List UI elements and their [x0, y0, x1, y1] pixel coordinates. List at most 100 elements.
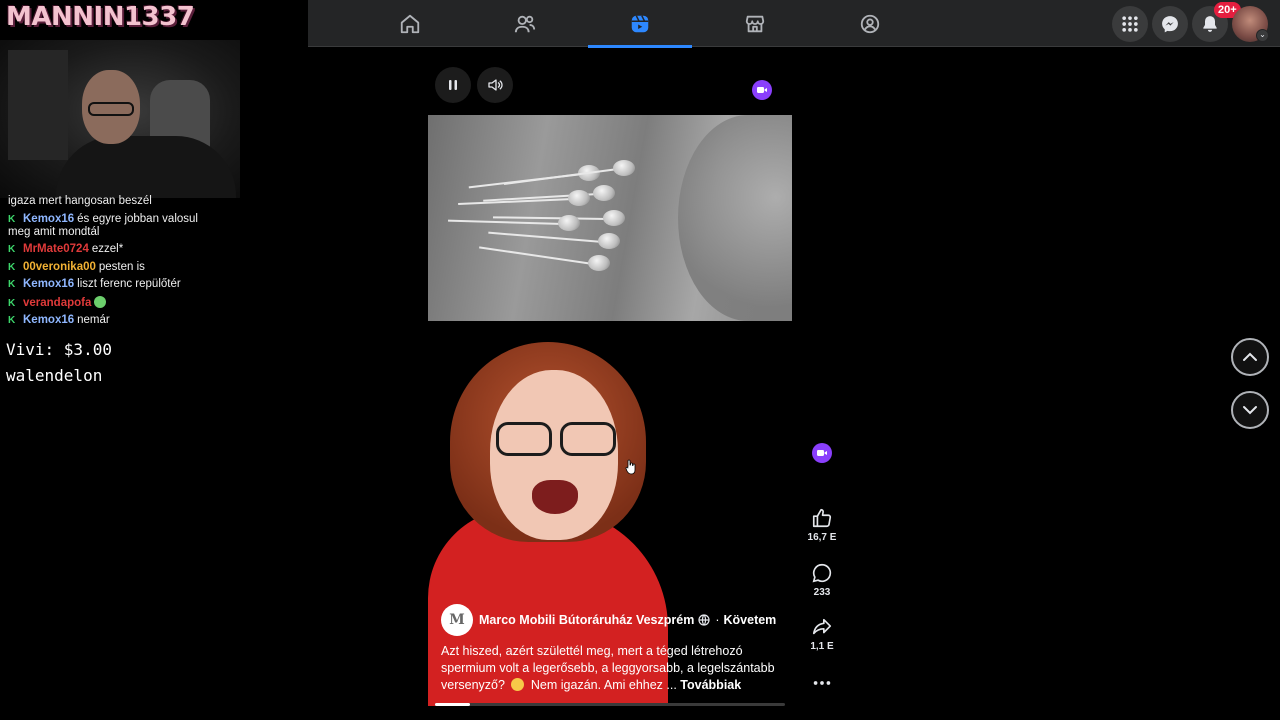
like-count: 16,7 E — [807, 532, 837, 543]
webcam-feed — [0, 40, 240, 198]
video-progress-bar[interactable] — [435, 703, 785, 706]
grid-menu-icon — [1122, 16, 1138, 32]
top-navigation-bar — [308, 0, 1280, 48]
sub-badge-icon: K — [8, 315, 16, 326]
thumbs-up-icon — [812, 508, 832, 528]
messenger-icon — [1162, 16, 1178, 33]
chat-message: igaza mert hangosan beszél — [8, 195, 223, 208]
chat-message: Kverandapofa — [8, 295, 223, 310]
marketplace-icon — [745, 15, 765, 32]
sperm-cell — [588, 255, 610, 271]
tab-home[interactable] — [358, 0, 462, 47]
previous-reel-button[interactable] — [1231, 338, 1269, 376]
sperm-cell — [613, 160, 635, 176]
chat-username: MrMate0724 — [23, 243, 89, 255]
chat-message: K MrMate0724 ezzel* — [8, 243, 223, 256]
pause-icon — [449, 80, 457, 90]
globe-icon — [698, 614, 710, 626]
chat-username: Kemox16 — [23, 314, 75, 326]
caption-text-continued: Nem igazán. Ami ehhez ... — [530, 678, 677, 692]
pause-button[interactable] — [435, 67, 471, 103]
follow-button[interactable]: Követem — [724, 613, 777, 627]
chat-username: Kemox16 — [23, 278, 75, 290]
next-reel-button[interactable] — [1231, 391, 1269, 429]
stream-chat: igaza mert hangosan beszél K Kemox16 és egy… — [8, 195, 223, 332]
like-button[interactable]: 16,7 E — [802, 507, 842, 543]
tab-marketplace[interactable] — [703, 0, 807, 47]
sub-badge-icon: K — [8, 261, 16, 273]
chevron-down-icon — [1243, 406, 1257, 415]
sub-badge-icon: K — [8, 279, 16, 290]
sperm-cell — [558, 215, 580, 231]
more-dots-icon — [813, 681, 831, 685]
egg-cell-surface — [678, 115, 792, 321]
follow-separator: · — [715, 613, 720, 627]
chevron-up-icon — [1243, 352, 1257, 361]
share-button[interactable]: 1,1 E — [802, 616, 842, 652]
sperm-tail — [479, 246, 594, 265]
donation-alert: Vivi: $3.00 walendelon — [6, 337, 112, 389]
donation-name: walendelon — [6, 366, 103, 385]
chat-emote-icon — [94, 295, 107, 308]
groups-icon — [860, 14, 880, 33]
sperm-tail — [448, 219, 564, 225]
sperm-cell — [568, 190, 590, 206]
menu-button[interactable] — [1112, 6, 1148, 42]
chat-username: verandapofa — [23, 296, 92, 309]
more-options-button[interactable] — [802, 672, 842, 694]
author-name-link[interactable]: Marco Mobili Bútoráruház Veszprém — [479, 613, 694, 627]
tab-reels[interactable] — [588, 0, 692, 48]
person-glasses — [496, 422, 622, 458]
sperm-cell — [593, 185, 615, 201]
person-mouth — [532, 480, 578, 514]
comment-icon — [812, 563, 832, 583]
thinking-emoji-icon — [511, 678, 525, 691]
sperm-tail — [493, 216, 609, 220]
volume-button[interactable] — [477, 67, 513, 103]
speaker-icon — [488, 79, 503, 91]
sub-badge-icon: K — [8, 297, 16, 309]
comment-button[interactable]: 233 — [802, 562, 842, 598]
messenger-button[interactable] — [1152, 6, 1188, 42]
home-icon — [400, 14, 420, 33]
video-camera-icon — [817, 450, 827, 456]
sperm-tail — [488, 231, 604, 243]
reel-caption: Azt hiszed, azért születtél meg, mert a … — [441, 643, 786, 694]
author-avatar[interactable]: M — [441, 604, 473, 636]
tab-groups[interactable] — [818, 0, 922, 47]
video-progress-fill — [435, 703, 470, 706]
share-count: 1,1 E — [810, 641, 834, 652]
chat-username: 00veronika00 — [23, 260, 96, 273]
bell-icon — [1203, 16, 1217, 32]
see-more-link[interactable]: Továbbiak — [680, 678, 741, 692]
chat-message-text: liszt ferenc repülőtér — [77, 278, 181, 290]
chat-message: K Kemox16 liszt ferenc repülőtér — [8, 278, 223, 291]
reels-icon — [631, 14, 649, 32]
sub-badge-icon: K — [8, 213, 16, 225]
chat-message: K 00veronika00 pesten is — [8, 261, 223, 274]
chat-message-text: ezzel* — [91, 243, 124, 255]
reel-preview-thumbnail[interactable] — [428, 115, 792, 321]
tab-friends[interactable] — [473, 0, 577, 47]
friends-icon — [514, 15, 536, 32]
video-camera-icon — [757, 87, 767, 93]
stream-overlay: MANNIN1337 igaza mert hangosan beszél K Ke… — [0, 0, 308, 720]
sperm-cell — [598, 233, 620, 249]
donation-amount: Vivi: $3.00 — [6, 340, 112, 359]
streamer-name: MANNIN1337 — [6, 2, 195, 32]
chat-message-text: nemár — [77, 314, 110, 326]
live-video-badge — [752, 80, 772, 100]
chat-message-text: igaza mert hangosan beszél — [8, 195, 152, 207]
chat-username: Kemox16 — [23, 212, 75, 225]
hand-cursor-icon — [625, 459, 636, 475]
share-icon — [812, 618, 832, 635]
chat-message: K Kemox16 és egyre jobban valosul meg amit… — [8, 213, 223, 239]
chevron-down-icon[interactable]: ⌄ — [1256, 29, 1269, 42]
live-video-badge-side — [812, 443, 832, 463]
chat-message-text: pesten is — [98, 260, 145, 273]
sperm-tail — [503, 168, 619, 185]
comment-count: 233 — [813, 587, 831, 598]
chat-message: K Kemox16 nemár — [8, 314, 223, 327]
sub-badge-icon: K — [8, 244, 16, 255]
reel-author-row: M Marco Mobili Bútoráruház Veszprém · Kö… — [441, 604, 776, 636]
